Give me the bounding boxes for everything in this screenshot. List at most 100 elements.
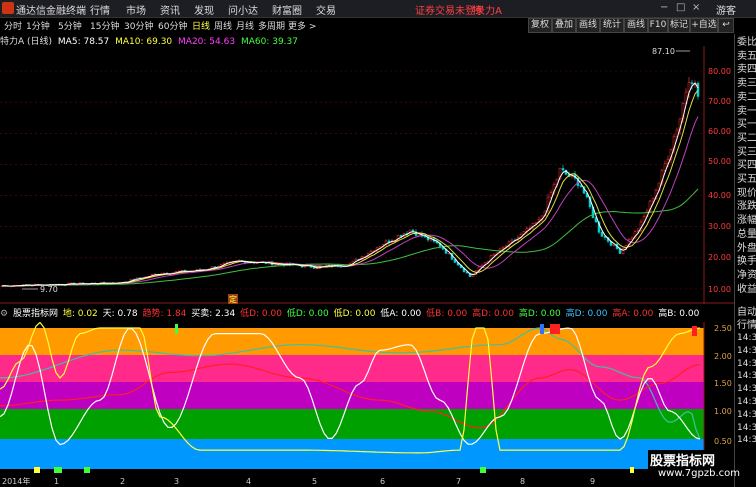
stock-brand: 特 力A (472, 6, 503, 17)
menu-bar: 通达信金融终端 行情 市场 资讯 发现 问小达 财富圈 交易 证券交易未登录 特… (0, 0, 756, 18)
price-tick: 60.00 (708, 127, 731, 136)
period-tab[interactable]: 15分钟 (90, 19, 119, 32)
app-logo-icon (2, 2, 14, 14)
date-tick: 8 (520, 477, 525, 486)
date-tick: 1 (54, 477, 59, 486)
close-icon[interactable]: × (692, 2, 700, 13)
quote-field-label: 买三 (737, 146, 756, 158)
quote-tab[interactable]: 自动 (737, 306, 756, 319)
mark-button[interactable]: 标记 (668, 18, 690, 33)
indicator-value: 低B: 0.00 (426, 309, 468, 319)
indicator-info-line: ⚙ 股票指标网 地: 0.02 天: 0.78 趋势: 1.84 买卖: 2.3… (0, 306, 701, 319)
period-tab[interactable]: 1分钟 (26, 19, 50, 32)
indicator-tick: 2.50 (714, 324, 732, 333)
period-tab[interactable]: 多周期 (258, 19, 285, 32)
menu-item-wealth[interactable]: 财富圈 (272, 2, 302, 17)
indicator-gear-icon[interactable]: ⚙ (0, 309, 8, 319)
period-tab[interactable]: 分时 (4, 19, 22, 32)
indicator-chart[interactable]: 2.50 2.00 1.50 1.00 0.50 2014年 1 2 3 4 5… (0, 322, 734, 487)
quote-field-label: 现价 (737, 187, 756, 199)
date-tick: 4 (246, 477, 251, 486)
quote-field-label: 卖三 (737, 78, 756, 90)
tick-time: 14:35 (737, 358, 756, 369)
candlestick-chart[interactable]: 9.70 87.10 定 80.00 70.00 60.00 50.00 40.… (0, 46, 734, 304)
quote-field-label: 收益 (737, 283, 756, 295)
menu-item-quotes[interactable]: 行情 (90, 2, 110, 17)
high-price-annotation: 87.10 (652, 47, 675, 56)
period-tab[interactable]: 60分钟 (158, 19, 187, 32)
band-green (0, 409, 704, 439)
maximize-icon[interactable]: □ (676, 2, 685, 13)
drawline-button[interactable]: 画线 (624, 18, 648, 33)
indicator-tick: 1.00 (714, 407, 732, 416)
period-toolbar: 分时 1分钟 5分钟 15分钟 30分钟 60分钟 日线 周线 月线 多周期 更… (0, 18, 756, 33)
tick-time: 14:35 (737, 397, 756, 407)
overlay-button[interactable]: 叠加 (552, 18, 576, 33)
menu-item-market[interactable]: 市场 (126, 2, 146, 17)
price-tick: 20.00 (708, 253, 731, 262)
indicator-value: 趋势: 1.84 (142, 309, 187, 319)
indicator-value: 低D: 0.00 (286, 309, 329, 319)
period-tab[interactable]: 月线 (236, 19, 254, 32)
indicator-value: 低A: 0.00 (380, 309, 422, 319)
quote-field-label: 卖五 (737, 50, 756, 62)
tick-time: 14:35 (737, 409, 756, 420)
quote-field-label: 换手 (737, 256, 756, 268)
ding-marker: 定 (229, 294, 237, 304)
indicator-value[interactable]: 股票指标网 (13, 309, 58, 319)
quote-field-label: 委比 (737, 37, 756, 48)
indicator-tick: 0.50 (714, 437, 732, 446)
back-icon[interactable]: ↩ (718, 18, 734, 33)
menu-item-discover[interactable]: 发现 (194, 2, 214, 17)
indicator-value: 低D: 0.00 (240, 309, 282, 319)
adjust-button[interactable]: 复权 (528, 18, 552, 33)
indicator-value: 地: 0.02 (62, 309, 98, 319)
period-tab-daily[interactable]: 日线 (192, 19, 210, 32)
date-tick: 6 (380, 477, 385, 486)
draw-button[interactable]: 画线 (576, 18, 600, 33)
quote-field-label: 买一 (737, 119, 756, 131)
tick-time: 14:35 (737, 422, 756, 433)
signal-marker (692, 326, 697, 336)
quote-field-label: 涨跌 (737, 201, 756, 213)
stats-button[interactable]: 统计 (600, 18, 624, 33)
indicator-value: 高B: 0.00 (658, 309, 700, 319)
indicator-value: 低D: 0.00 (333, 309, 376, 319)
quote-tab[interactable]: 行情 (737, 319, 756, 332)
quote-field-label: 外盘 (737, 242, 756, 254)
tick-time: 14:35 (737, 371, 756, 382)
guest-label[interactable]: 游客 (716, 2, 736, 17)
menu-item-assistant[interactable]: 问小达 (228, 2, 258, 17)
f10-button[interactable]: F10 (648, 18, 668, 33)
quote-field-label: 净资 (737, 269, 756, 281)
date-tick: 2014年 (2, 476, 30, 486)
quote-field-label: 卖四 (737, 64, 756, 76)
tick-time: 14:35 (737, 384, 756, 395)
period-tab-more[interactable]: 更多 > (288, 19, 316, 32)
price-tick: 10.00 (708, 285, 731, 294)
indicator-value: 高D: 0.00 (565, 309, 608, 319)
band-pink (0, 355, 704, 382)
quote-field-label: 买四 (737, 160, 756, 172)
app-name: 通达信金融终端 (16, 6, 86, 17)
signal-marker (175, 324, 178, 334)
tick-time: 14:35 (737, 345, 756, 356)
period-tab[interactable]: 5分钟 (58, 19, 82, 32)
signal-marker (540, 324, 544, 334)
price-tick: 50.00 (708, 157, 731, 166)
signal-marker (550, 324, 560, 334)
price-tick: 80.00 (708, 67, 731, 76)
date-tick: 5 (312, 477, 317, 486)
quote-field-label: 卖一 (737, 105, 756, 117)
add-watchlist-button[interactable]: +自选 (690, 18, 718, 33)
quote-field-label: 总量 (737, 228, 756, 240)
minimize-icon[interactable]: − (660, 2, 668, 13)
date-tick: 3 (174, 477, 179, 486)
period-tab[interactable]: 周线 (214, 19, 232, 32)
period-tab[interactable]: 30分钟 (124, 19, 153, 32)
date-tick: 9 (590, 477, 595, 486)
menu-item-trade[interactable]: 交易 (316, 2, 336, 17)
menu-item-news[interactable]: 资讯 (160, 2, 180, 17)
indicator-value: 天: 0.78 (102, 309, 138, 319)
date-axis: 2014年 1 2 3 4 5 6 7 8 9 10 (0, 473, 704, 487)
